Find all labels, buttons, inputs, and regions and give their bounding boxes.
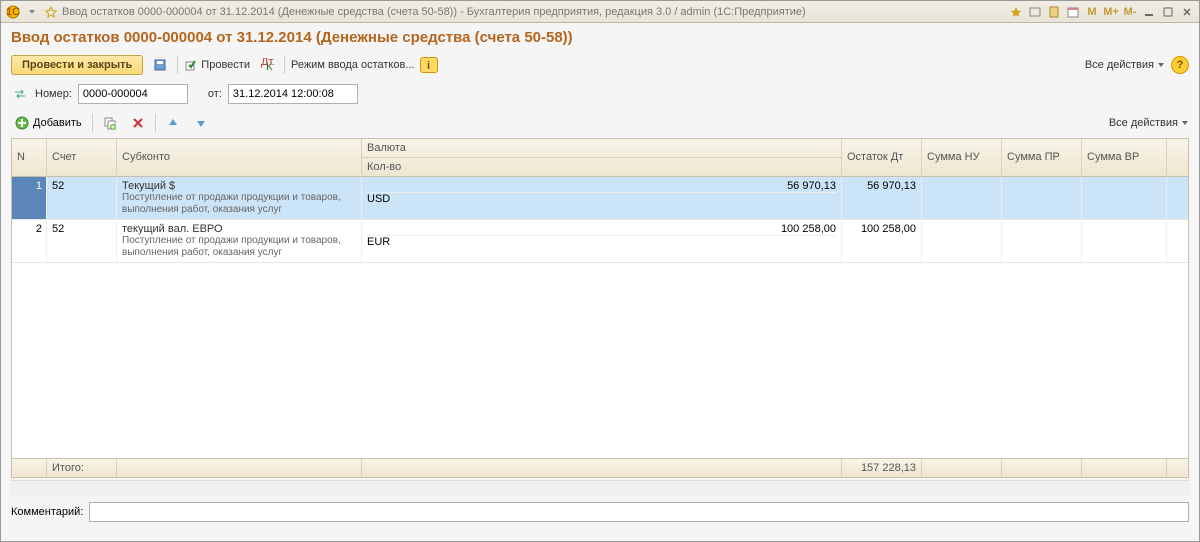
move-down-icon[interactable] bbox=[190, 112, 212, 134]
col-currency[interactable]: Валюта bbox=[362, 139, 842, 158]
save-icon[interactable] bbox=[149, 54, 171, 76]
switch-icon[interactable] bbox=[11, 85, 29, 103]
copy-icon[interactable] bbox=[99, 112, 121, 134]
cell-vr bbox=[1082, 177, 1167, 219]
m-button[interactable]: M bbox=[1084, 5, 1100, 19]
cell-nu bbox=[922, 220, 1002, 262]
separator bbox=[284, 56, 285, 74]
post-and-close-button[interactable]: Провести и закрыть bbox=[11, 55, 143, 75]
date-input[interactable] bbox=[228, 84, 358, 104]
mode-button[interactable]: Режим ввода остатков... bbox=[291, 59, 415, 71]
move-up-icon[interactable] bbox=[162, 112, 184, 134]
cell-currency-amount: 56 970,13USD bbox=[362, 177, 842, 219]
m-plus-button[interactable]: M+ bbox=[1103, 5, 1119, 19]
cell-subconto: текущий вал. ЕВРОПоступление от продажи … bbox=[117, 220, 362, 262]
number-input[interactable] bbox=[78, 84, 188, 104]
col-subconto[interactable]: Субконто bbox=[117, 139, 362, 175]
table-row[interactable]: 152Текущий $Поступление от продажи проду… bbox=[12, 177, 1188, 220]
history-icon[interactable] bbox=[1027, 5, 1043, 19]
all-actions-button[interactable]: Все действия bbox=[1085, 59, 1165, 71]
cell-balance-dt: 56 970,13 bbox=[842, 177, 922, 219]
info-icon[interactable]: i bbox=[420, 57, 438, 73]
cell-subconto: Текущий $Поступление от продажи продукци… bbox=[117, 177, 362, 219]
svg-text:1C: 1C bbox=[6, 6, 20, 18]
maximize-button[interactable] bbox=[1160, 5, 1176, 19]
col-qty[interactable]: Кол-во bbox=[362, 158, 842, 176]
table-all-actions-label: Все действия bbox=[1109, 117, 1178, 129]
cell-account: 52 bbox=[47, 220, 117, 262]
window-title: Ввод остатков 0000-000004 от 31.12.2014 … bbox=[62, 6, 1008, 18]
comment-input[interactable] bbox=[89, 502, 1189, 522]
total-balance-dt: 157 228,13 bbox=[842, 459, 922, 477]
cell-pr bbox=[1002, 220, 1082, 262]
table-header: N Счет Субконто Валюта Кол-во Остаток Дт… bbox=[12, 139, 1188, 177]
col-sum-nu[interactable]: Сумма НУ bbox=[922, 139, 1002, 175]
dtkt-icon[interactable]: ДтКт bbox=[256, 54, 278, 76]
cell-vr bbox=[1082, 220, 1167, 262]
cell-currency-amount: 100 258,00EUR bbox=[362, 220, 842, 262]
cell-pr bbox=[1002, 177, 1082, 219]
doc-fields: Номер: от: bbox=[11, 84, 1189, 104]
calendar-icon[interactable] bbox=[1065, 5, 1081, 19]
col-sum-pr[interactable]: Сумма ПР bbox=[1002, 139, 1082, 175]
table-toolbar: Добавить Все действия bbox=[11, 112, 1189, 134]
number-label: Номер: bbox=[35, 88, 72, 100]
svg-text:i: i bbox=[427, 60, 430, 70]
svg-text:Кт: Кт bbox=[266, 61, 274, 72]
close-button[interactable] bbox=[1179, 5, 1195, 19]
col-account[interactable]: Счет bbox=[47, 139, 117, 175]
page-title: Ввод остатков 0000-000004 от 31.12.2014 … bbox=[11, 29, 1189, 46]
cell-balance-dt: 100 258,00 bbox=[842, 220, 922, 262]
table-all-actions-button[interactable]: Все действия bbox=[1109, 117, 1189, 129]
separator bbox=[92, 114, 93, 132]
cell-account: 52 bbox=[47, 177, 117, 219]
comment-row: Комментарий: bbox=[11, 502, 1189, 522]
help-button[interactable]: ? bbox=[1171, 56, 1189, 74]
m-minus-button[interactable]: M- bbox=[1122, 5, 1138, 19]
post-button[interactable]: Провести bbox=[184, 58, 250, 72]
calc-icon[interactable] bbox=[1046, 5, 1062, 19]
minimize-button[interactable] bbox=[1141, 5, 1157, 19]
cell-n: 1 bbox=[12, 177, 47, 219]
date-label: от: bbox=[208, 88, 222, 100]
separator bbox=[177, 56, 178, 74]
app-icon: 1C bbox=[5, 4, 21, 20]
data-table: N Счет Субконто Валюта Кол-во Остаток Дт… bbox=[11, 138, 1189, 478]
post-label: Провести bbox=[201, 59, 250, 71]
add-label: Добавить bbox=[33, 117, 82, 129]
col-balance-dt[interactable]: Остаток Дт bbox=[842, 139, 922, 175]
hscrollbar[interactable] bbox=[11, 480, 1189, 496]
comment-label: Комментарий: bbox=[11, 506, 83, 518]
all-actions-label: Все действия bbox=[1085, 59, 1154, 71]
main-toolbar: Провести и закрыть Провести ДтКт Режим в… bbox=[11, 54, 1189, 76]
mode-label: Режим ввода остатков... bbox=[291, 59, 415, 71]
table-body: 152Текущий $Поступление от продажи проду… bbox=[12, 177, 1188, 458]
col-n[interactable]: N bbox=[12, 139, 47, 175]
window-titlebar: 1C Ввод остатков 0000-000004 от 31.12.20… bbox=[1, 1, 1199, 23]
dropdown-icon[interactable] bbox=[24, 4, 40, 20]
fav-star-icon[interactable] bbox=[1008, 5, 1024, 19]
separator bbox=[155, 114, 156, 132]
add-button[interactable]: Добавить bbox=[11, 114, 86, 132]
table-footer: Итого: 157 228,13 bbox=[12, 458, 1188, 477]
star-icon[interactable] bbox=[43, 4, 59, 20]
cell-n: 2 bbox=[12, 220, 47, 262]
cell-nu bbox=[922, 177, 1002, 219]
table-row[interactable]: 252текущий вал. ЕВРОПоступление от прода… bbox=[12, 220, 1188, 263]
total-label: Итого: bbox=[47, 459, 117, 477]
delete-icon[interactable] bbox=[127, 112, 149, 134]
col-sum-vr[interactable]: Сумма ВР bbox=[1082, 139, 1167, 175]
